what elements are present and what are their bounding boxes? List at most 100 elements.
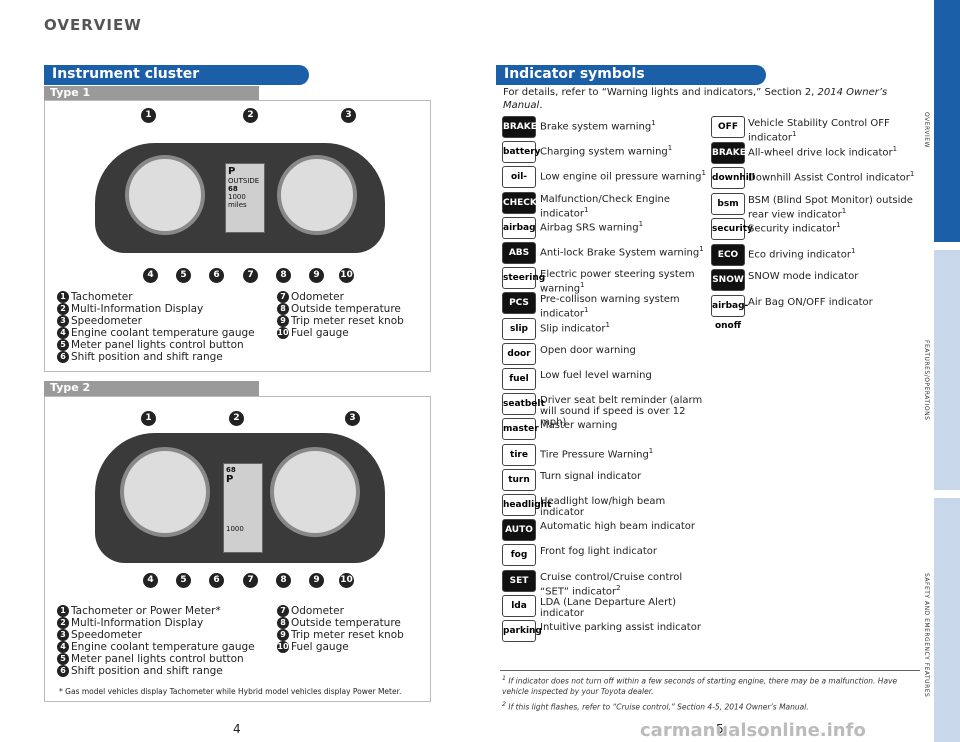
indicator-footnote-ref: 1 <box>667 144 673 153</box>
footnote-2: 2 If this light flashes, refer to “Cruis… <box>502 701 809 712</box>
legend-text: Speedometer <box>71 629 142 641</box>
legend-number: 5 <box>57 653 69 665</box>
indicator-label: Eco driving indicator1 <box>748 246 918 260</box>
indicator-footnote-ref: 1 <box>841 206 847 215</box>
lda-icon: lda <box>502 594 536 617</box>
callout-9: 9 <box>309 268 324 283</box>
outside-label: OUTSIDE <box>228 177 260 185</box>
door-icon: door <box>502 342 536 365</box>
page-title: OVERVIEW <box>44 16 142 34</box>
indicator-label: Pre-collison warning system indicator1 <box>540 294 710 319</box>
security-icon: security <box>711 218 753 240</box>
tachometer-dial <box>125 155 205 235</box>
indicator-text: Low fuel level warning <box>540 370 652 381</box>
indicator-label: Electric power steering system warning1 <box>540 269 710 294</box>
legend-item: 9 Trip meter reset knob <box>277 629 404 641</box>
indicator-text: Air Bag ON/OFF indicator <box>748 296 873 308</box>
legend-number: 5 <box>57 339 69 351</box>
legend-item: 1 Tachometer or Power Meter* <box>57 605 255 617</box>
snow-icon: SNOW <box>711 269 745 291</box>
brake-icon: BRAKE <box>502 116 537 138</box>
callout-1: 1 <box>141 411 156 426</box>
cluster-image: P OUTSIDE 68 1000 miles <box>95 143 385 253</box>
legend-item: 10 Fuel gauge <box>277 327 404 339</box>
parking-icon: parking <box>502 620 542 642</box>
legend-text: Outside temperature <box>291 617 401 629</box>
indicator-text: All-wheel drive lock indicator <box>748 146 893 158</box>
cluster-image: 68 P 1000 <box>95 433 385 563</box>
legend-number: 6 <box>57 665 69 677</box>
indicator-label: Low engine oil pressure warning1 <box>540 168 710 182</box>
side-tab-active[interactable] <box>934 0 960 242</box>
legend-item: 10 Fuel gauge <box>277 641 404 653</box>
legend-item: 2 Multi-Information Display <box>57 303 255 315</box>
watermark: carmanualsonline.info <box>640 720 866 741</box>
legend-item: 4 Engine coolant temperature gauge <box>57 641 255 653</box>
type1-panel: P OUTSIDE 68 1000 miles 1 2 3 4 5 6 7 8 … <box>44 100 431 372</box>
indicator-text: Brake system warning <box>540 121 652 133</box>
legend-number: 1 <box>57 291 69 303</box>
odometer-value: 1000 <box>226 525 244 533</box>
legend-item: 5 Meter panel lights control button <box>57 339 255 351</box>
legend-text: Engine coolant temperature gauge <box>71 641 255 653</box>
indicator-footnote-ref: 2 <box>616 583 621 592</box>
callout-4: 4 <box>143 268 158 283</box>
legend-number: 10 <box>277 327 289 339</box>
indicator-text: Charging system warning <box>540 146 668 158</box>
indicator-text: Open door warning <box>540 344 636 356</box>
callout-2: 2 <box>229 411 244 426</box>
indicator-text: BSM (Blind Spot Monitor) outside rear vi… <box>748 194 913 220</box>
legend-text: Speedometer <box>71 315 142 327</box>
indicator-text: Low engine oil pressure warning <box>540 171 702 183</box>
indicator-label: Brake system warning1 <box>540 118 710 132</box>
type1-legend-right: 7 Odometer 8 Outside temperature 9 Trip met… <box>277 291 404 339</box>
indicator-text: Front fog light indicator <box>540 546 657 558</box>
odometer-value: 1000 <box>228 193 246 201</box>
legend-number: 2 <box>57 303 69 315</box>
battery-icon: battery <box>502 141 541 164</box>
legend-item: 1 Tachometer <box>57 291 255 303</box>
check-icon: CHECK <box>502 191 537 214</box>
legend-number: 4 <box>57 327 69 339</box>
indicator-label: Master warning <box>540 420 710 431</box>
indicator-label: Malfunction/Check Engine indicator1 <box>540 194 710 219</box>
callout-10: 10 <box>339 573 354 588</box>
fog-icon: fog <box>502 544 536 567</box>
airbag-icon: airbag <box>502 216 536 239</box>
indicator-label: Slip indicator1 <box>540 320 710 334</box>
turn-icon: turn <box>502 468 536 491</box>
indicator-label: Charging system warning1 <box>540 143 710 157</box>
legend-item: 7 Odometer <box>277 605 404 617</box>
abs-icon: ABS <box>502 242 536 264</box>
callout-3: 3 <box>345 411 360 426</box>
callout-4: 4 <box>143 573 158 588</box>
footnote-2-text: If this light flashes, refer to “Cruise … <box>508 702 809 712</box>
footnote-1-text: If indicator does not turn off within a … <box>502 676 898 696</box>
indicator-text: Security indicator <box>748 223 837 235</box>
indicator-label: Turn signal indicator <box>540 471 710 482</box>
legend-text: Shift position and shift range <box>71 351 223 363</box>
legend-text: Meter panel lights control button <box>71 339 244 351</box>
legend-item: 4 Engine coolant temperature gauge <box>57 327 255 339</box>
indicator-text: Tire Pressure Warning <box>540 448 649 460</box>
side-tab-label-features: FEATURES/OPERATIONS <box>923 339 930 421</box>
type2-legend-right: 7 Odometer 8 Outside temperature 9 Trip met… <box>277 605 404 653</box>
type2-panel: 68 P 1000 1 2 3 4 5 6 7 8 9 10 1 Tachomet… <box>44 396 431 702</box>
auto-icon: AUTO <box>502 519 536 542</box>
page-number-left: 4 <box>233 722 241 736</box>
bsm-icon: bsm <box>711 192 745 215</box>
legend-number: 4 <box>57 641 69 653</box>
legend-text: Fuel gauge <box>291 641 349 653</box>
side-tab-features[interactable] <box>934 250 960 490</box>
legend-item: 6 Shift position and shift range <box>57 665 255 677</box>
type1-legend-left: 1 Tachometer 2 Multi-Information Display 3… <box>57 291 255 363</box>
multi-info-display: 68 P 1000 <box>223 463 263 553</box>
callout-1: 1 <box>141 108 156 123</box>
side-tab-safety[interactable] <box>934 498 960 742</box>
multi-info-display: P OUTSIDE 68 1000 miles <box>225 163 265 233</box>
footnote-1: 1 If indicator does not turn off within … <box>502 675 898 696</box>
indicator-text: Automatic high beam indicator <box>540 521 696 533</box>
indicator-footnote-ref: 1 <box>792 130 797 138</box>
fuel-icon: fuel <box>502 368 536 390</box>
legend-number: 7 <box>277 291 289 303</box>
